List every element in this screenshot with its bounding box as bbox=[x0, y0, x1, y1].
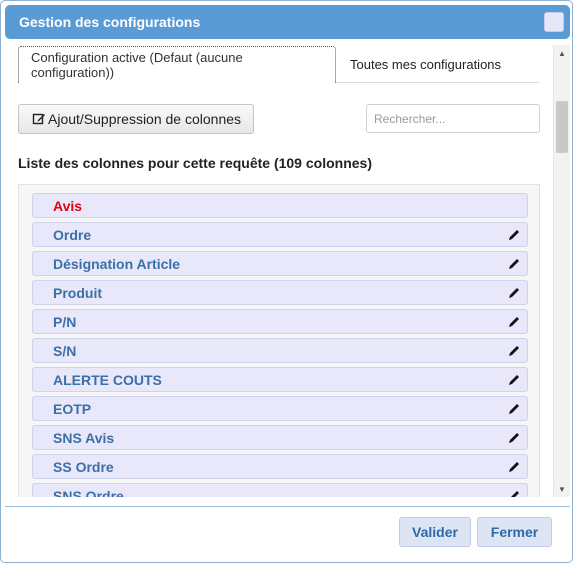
dialog-titlebar[interactable]: Gestion des configurations bbox=[5, 5, 570, 39]
pencil-icon[interactable] bbox=[507, 286, 521, 300]
list-item-label: SNS Ordre bbox=[53, 487, 124, 498]
add-remove-columns-button[interactable]: Ajout/Suppression de colonnes bbox=[18, 104, 254, 134]
pencil-icon[interactable] bbox=[507, 460, 521, 474]
dialog-title: Gestion des configurations bbox=[19, 14, 201, 30]
list-item[interactable]: Produit bbox=[32, 280, 528, 305]
list-item-label: SNS Avis bbox=[53, 429, 115, 446]
list-item[interactable]: P/N bbox=[32, 309, 528, 334]
list-item-label: Produit bbox=[53, 284, 102, 301]
list-item[interactable]: Avis bbox=[32, 193, 528, 218]
pencil-icon[interactable] bbox=[507, 431, 521, 445]
list-item[interactable]: ALERTE COUTS bbox=[32, 367, 528, 392]
list-item-label: ALERTE COUTS bbox=[53, 371, 162, 388]
list-item-label: Désignation Article bbox=[53, 255, 181, 272]
close-button[interactable]: Fermer bbox=[477, 517, 552, 547]
search-input[interactable] bbox=[366, 104, 540, 133]
pencil-icon[interactable] bbox=[507, 402, 521, 416]
scrollbar[interactable]: ▲ ▼ bbox=[553, 45, 570, 497]
pencil-icon[interactable] bbox=[507, 228, 521, 242]
list-item[interactable]: SNS Avis bbox=[32, 425, 528, 450]
pencil-icon[interactable] bbox=[507, 257, 521, 271]
list-item-label: S/N bbox=[53, 342, 77, 359]
columns-list-heading: Liste des colonnes pour cette requête (1… bbox=[18, 155, 372, 171]
scrollbar-thumb[interactable] bbox=[556, 101, 568, 153]
list-item-label: EOTP bbox=[53, 400, 92, 417]
list-item[interactable]: SS Ordre bbox=[32, 454, 528, 479]
pencil-icon[interactable] bbox=[507, 344, 521, 358]
list-item[interactable]: EOTP bbox=[32, 396, 528, 421]
validate-button[interactable]: Valider bbox=[399, 517, 471, 547]
list-item-label: Ordre bbox=[53, 226, 92, 243]
tab-all-configurations[interactable]: Toutes mes configurations bbox=[340, 46, 511, 83]
pencil-icon[interactable] bbox=[507, 373, 521, 387]
list-item[interactable]: Désignation Article bbox=[32, 251, 528, 276]
list-item[interactable]: S/N bbox=[32, 338, 528, 363]
add-remove-columns-label: Ajout/Suppression de colonnes bbox=[48, 111, 242, 127]
pencil-icon[interactable] bbox=[507, 489, 521, 497]
columns-list[interactable]: Avis Ordre Désignation Article Produit P… bbox=[18, 184, 540, 497]
list-item-label: SS Ordre bbox=[53, 458, 114, 475]
scroll-up-arrow-icon[interactable]: ▲ bbox=[554, 45, 570, 61]
scroll-down-arrow-icon[interactable]: ▼ bbox=[554, 481, 570, 497]
list-item-label: Avis bbox=[53, 197, 83, 214]
list-item-label: P/N bbox=[53, 313, 77, 330]
close-icon[interactable] bbox=[544, 12, 564, 32]
configuration-dialog: Gestion des configurations Configuration… bbox=[0, 0, 573, 563]
tab-active-configuration[interactable]: Configuration active (Defaut (aucune con… bbox=[18, 46, 336, 83]
list-item[interactable]: SNS Ordre bbox=[32, 483, 528, 497]
list-item[interactable]: Ordre bbox=[32, 222, 528, 247]
pencil-icon[interactable] bbox=[507, 315, 521, 329]
edit-icon bbox=[32, 113, 45, 125]
footer-divider bbox=[5, 506, 570, 507]
tab-bar: Configuration active (Defaut (aucune con… bbox=[18, 46, 539, 83]
